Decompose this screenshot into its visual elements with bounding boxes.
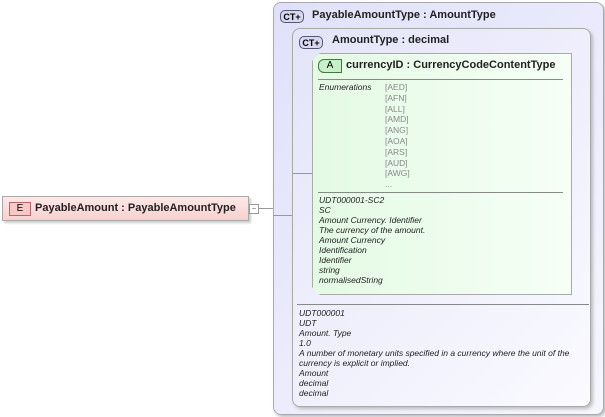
annotation-line: Amount — [299, 368, 329, 378]
annotation-line: 1.0 — [299, 338, 311, 348]
attribute-title: currencyID : CurrencyCodeContentType — [346, 59, 556, 71]
enum-value: [ARS] — [385, 146, 408, 157]
element-title: PayableAmount : PayableAmountType — [35, 202, 236, 214]
complex-type-icon: CT+ — [299, 36, 323, 49]
annotation-line: normalisedString — [319, 275, 383, 285]
enum-value: [ANG] — [385, 125, 409, 136]
element-payable-amount[interactable]: E PayableAmount : PayableAmountType — [2, 196, 249, 221]
enum-value: [AUD] — [385, 157, 408, 168]
annotation-line: Amount Currency — [319, 235, 386, 245]
complex-type-icon: CT+ — [280, 10, 304, 23]
annotation-line: Identification — [319, 245, 367, 255]
outer-type-title: PayableAmountType : AmountType — [312, 9, 496, 21]
enumerations-list: [AED] [AFN] [ALL] [AMD] [ANG] [AOA] [ARS… — [385, 82, 410, 190]
enum-value: [AOA] — [385, 135, 408, 146]
enum-value: ... — [385, 179, 393, 190]
inner-type-annotations: UDT000001 UDT Amount. Type 1.0 A number … — [299, 308, 589, 398]
enum-value: [AMD] — [385, 114, 409, 125]
enumerations-label: Enumerations — [319, 82, 372, 92]
enum-value: [AWG] — [385, 168, 410, 179]
enum-value: [AFN] — [385, 92, 407, 103]
annotation-line: Identifier — [319, 255, 352, 265]
element-badge: E — [9, 202, 31, 216]
annotation-line: A number of monetary units specified in … — [299, 348, 570, 368]
connector-line — [273, 215, 293, 216]
annotation-line: UDT000001-SC2 — [319, 195, 385, 205]
divider — [297, 304, 589, 305]
annotation-line: SC — [319, 205, 331, 215]
annotation-line: string — [319, 265, 340, 275]
attribute-badge: A — [318, 59, 342, 73]
annotation-line: UDT000001 — [299, 308, 345, 318]
attribute-annotations: UDT000001-SC2 SC Amount Currency. Identi… — [319, 195, 425, 285]
divider — [318, 79, 563, 80]
divider — [318, 192, 563, 193]
collapse-toggle-icon[interactable]: − — [249, 204, 259, 214]
annotation-line: Amount. Type — [299, 328, 352, 338]
annotation-line: decimal — [299, 378, 329, 388]
enum-value: [AED] — [385, 82, 408, 92]
attribute-currency-id[interactable]: A currencyID : CurrencyCodeContentType E… — [312, 53, 572, 295]
annotation-line: Amount Currency. Identifier — [319, 215, 422, 225]
connector-line — [293, 173, 312, 174]
annotation-line: decimal — [299, 388, 329, 398]
enum-value: [ALL] — [385, 103, 405, 114]
connector-line — [258, 208, 273, 209]
annotation-line: UDT — [299, 318, 317, 328]
inner-type-title: AmountType : decimal — [332, 34, 450, 46]
annotation-line: The currency of the amount. — [319, 225, 426, 235]
